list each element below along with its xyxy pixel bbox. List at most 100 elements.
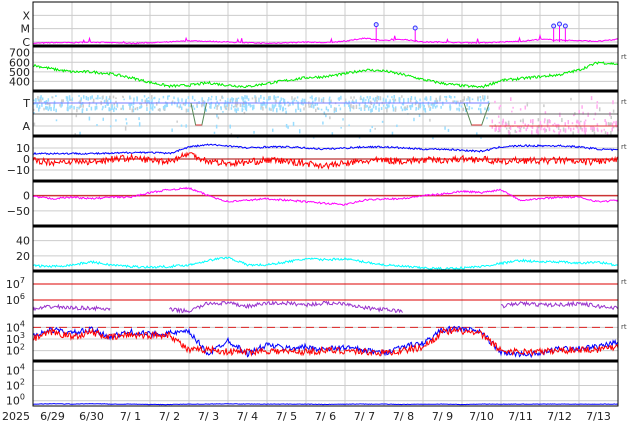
sector-point xyxy=(101,108,104,111)
sector-point xyxy=(385,106,387,109)
sector-point xyxy=(97,95,99,100)
sector-point xyxy=(460,105,463,108)
sector-point xyxy=(400,106,403,109)
sector-point xyxy=(277,95,279,99)
series-line-x-ray-flux xyxy=(32,33,619,45)
y-tick-label: −10 xyxy=(7,164,30,177)
sector-point xyxy=(350,96,352,99)
sector-point xyxy=(378,107,380,112)
sector-point xyxy=(158,108,161,112)
sector-point xyxy=(271,104,274,109)
sector-point xyxy=(158,100,160,103)
sector-point xyxy=(423,104,425,108)
sector-point xyxy=(544,111,547,114)
sector-point xyxy=(404,106,406,110)
sector-point xyxy=(382,97,385,102)
sector-point xyxy=(580,126,582,130)
sector-point xyxy=(235,99,237,102)
sector-point xyxy=(269,97,271,99)
sector-point xyxy=(237,107,239,111)
sector-point xyxy=(318,97,320,102)
sector-point xyxy=(192,105,194,108)
sector-point xyxy=(273,105,275,109)
sector-point xyxy=(145,98,148,103)
sector-point xyxy=(498,106,501,110)
sector-point xyxy=(510,97,512,101)
sector-point xyxy=(123,98,125,101)
sector-point xyxy=(234,101,237,106)
sector-point xyxy=(295,99,298,102)
sector-point xyxy=(185,124,187,128)
sector-point xyxy=(129,97,132,100)
sector-point xyxy=(580,120,582,123)
sector-point xyxy=(585,127,587,132)
sector-point xyxy=(116,103,118,108)
sector-point xyxy=(289,103,291,106)
y-tick-label: 102 xyxy=(6,378,25,393)
sector-point xyxy=(53,103,55,108)
sector-point xyxy=(434,105,437,109)
sector-point xyxy=(497,130,499,133)
sector-point xyxy=(279,106,282,109)
sector-point xyxy=(514,129,517,133)
sector-point xyxy=(539,120,542,125)
sector-point xyxy=(146,103,148,107)
sector-point xyxy=(275,96,277,99)
sector-point xyxy=(78,95,80,97)
sector-point xyxy=(398,97,401,102)
sector-point xyxy=(480,99,482,102)
sector-point xyxy=(65,96,68,99)
sector-point xyxy=(147,96,150,99)
sector-point xyxy=(285,123,288,128)
sector-point xyxy=(176,120,178,123)
sector-point xyxy=(249,103,251,106)
sector-point xyxy=(557,126,560,131)
flare-marker xyxy=(551,23,557,29)
sector-point xyxy=(180,124,183,127)
sector-point xyxy=(531,130,533,135)
sector-point xyxy=(360,107,362,111)
sector-point xyxy=(153,96,156,100)
sector-point xyxy=(567,126,570,130)
sector-point xyxy=(308,105,310,108)
sector-point xyxy=(612,126,615,129)
sector-point xyxy=(237,97,240,99)
sector-point xyxy=(546,123,549,128)
sector-point xyxy=(353,96,355,99)
sector-point xyxy=(92,98,95,103)
sector-point xyxy=(71,105,73,108)
sector-point xyxy=(198,101,200,104)
sector-point xyxy=(458,103,461,107)
sector-point xyxy=(149,111,151,114)
sector-point xyxy=(112,108,115,111)
realtime-tag: rt xyxy=(621,278,627,286)
series-line-protons-low xyxy=(32,326,619,357)
sector-point xyxy=(168,95,170,97)
sector-point xyxy=(458,107,460,111)
sector-point xyxy=(136,96,138,98)
sector-point xyxy=(480,111,482,114)
sector-point xyxy=(546,119,549,124)
sector-point xyxy=(401,95,403,98)
sector-point xyxy=(479,103,482,106)
sector-point xyxy=(95,97,97,100)
y-tick-label: M xyxy=(21,23,31,36)
sector-point xyxy=(274,103,277,107)
sector-point xyxy=(193,107,196,110)
sector-point xyxy=(239,103,242,107)
flare-marker xyxy=(412,25,418,31)
sector-point xyxy=(530,119,532,123)
sector-point xyxy=(213,106,216,109)
sector-point xyxy=(313,105,315,109)
sector-point xyxy=(328,98,331,101)
sector-point xyxy=(309,96,312,99)
sector-point xyxy=(544,118,546,121)
sector-point xyxy=(545,128,548,132)
panel-frame xyxy=(32,46,619,92)
sector-point xyxy=(335,107,337,113)
series-line-solar-wind-speed xyxy=(32,61,619,89)
sector-point xyxy=(391,131,394,135)
sector-point xyxy=(424,108,426,110)
sector-point xyxy=(325,106,328,111)
sector-point xyxy=(363,105,366,110)
